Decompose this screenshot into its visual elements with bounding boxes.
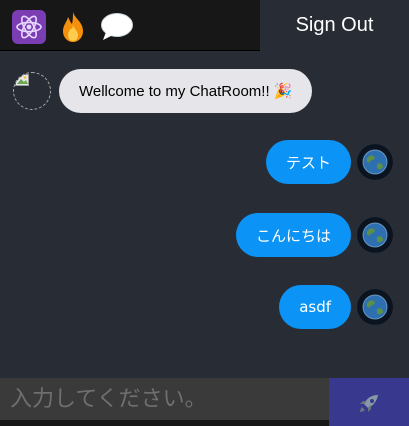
speech-bubble-icon (100, 10, 134, 44)
send-button[interactable] (329, 378, 409, 426)
message-form (0, 378, 409, 426)
react-icon (12, 10, 46, 44)
message-bubble: こんにちは (235, 213, 351, 257)
earth-avatar-icon (357, 217, 393, 253)
message-bubble: Wellcome to my ChatRoom!! 🎉 (59, 69, 313, 113)
message-row: こんにちは (235, 213, 393, 257)
broken-image-icon (13, 72, 51, 110)
fire-icon (56, 10, 90, 44)
message-row: asdf (279, 285, 393, 329)
message-bubble: asdf (279, 285, 351, 329)
earth-avatar-icon (357, 144, 393, 180)
message-row: Wellcome to my ChatRoom!! 🎉 (13, 69, 313, 113)
sign-out-button[interactable]: Sign Out (260, 0, 409, 51)
earth-avatar-icon (357, 289, 393, 325)
rocket-icon (357, 393, 381, 418)
message-bubble: テスト (265, 140, 351, 184)
message-list: Wellcome to my ChatRoom!! 🎉 テスト こんにちは as… (0, 51, 409, 378)
message-row: テスト (265, 140, 393, 184)
app-header: Sign Out (0, 0, 409, 51)
message-input[interactable] (0, 378, 329, 420)
chat-app: Sign Out Wellcome to my ChatRoom!! 🎉 テスト (0, 0, 409, 426)
